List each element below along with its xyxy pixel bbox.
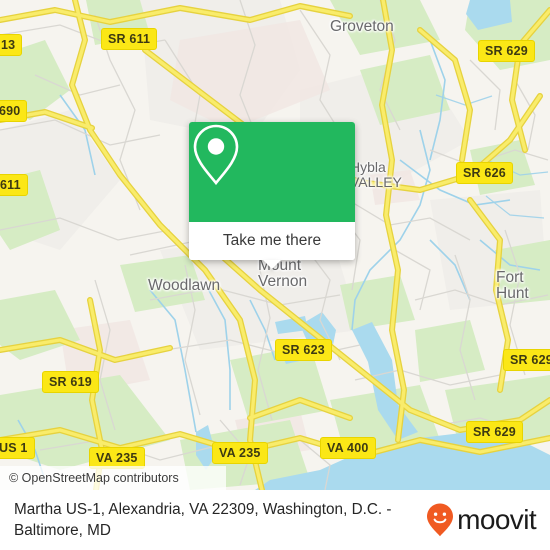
take-me-there-label: Take me there [222,232,322,249]
road-shield: SR 619 [42,371,99,393]
moovit-smiley-pin-icon [427,503,454,537]
road-shield: VA 235 [212,442,268,464]
popup-card-pointer [263,260,281,269]
moovit-logo[interactable]: moovit [425,502,550,538]
map-pin-icon [193,124,239,186]
location-title: Martha US-1, Alexandria, VA 22309, Washi… [14,501,392,539]
road-shield: SR 623 [275,339,332,361]
road-shield: US 1 [0,437,35,459]
map-canvas[interactable]: Groveton Hybla VALLEY Fort Hunt Woodlawn… [0,0,550,490]
map-attribution-text: © OpenStreetMap contributors [9,471,179,485]
moovit-wordmark: moovit [457,504,536,535]
location-popup-card[interactable]: Take me there [189,122,355,269]
road-shield: 13 [0,34,23,56]
app-root: Groveton Hybla VALLEY Fort Hunt Woodlawn… [0,0,550,550]
road-shield: SR 611 [101,28,158,50]
road-shield: SR 629 [466,421,523,443]
road-shield: SR 629 [478,40,535,62]
take-me-there-button[interactable]: Take me there [189,222,355,260]
popup-card-header [189,122,355,222]
road-shield: 690 [0,100,28,122]
footer-bar: Martha US-1, Alexandria, VA 22309, Washi… [0,490,550,550]
road-shield: VA 400 [320,437,376,459]
map-attribution[interactable]: © OpenStreetMap contributors [0,466,226,490]
road-shield: SR 629 [503,349,550,371]
road-shield: SR 626 [456,162,513,184]
road-shield: 611 [0,174,28,196]
